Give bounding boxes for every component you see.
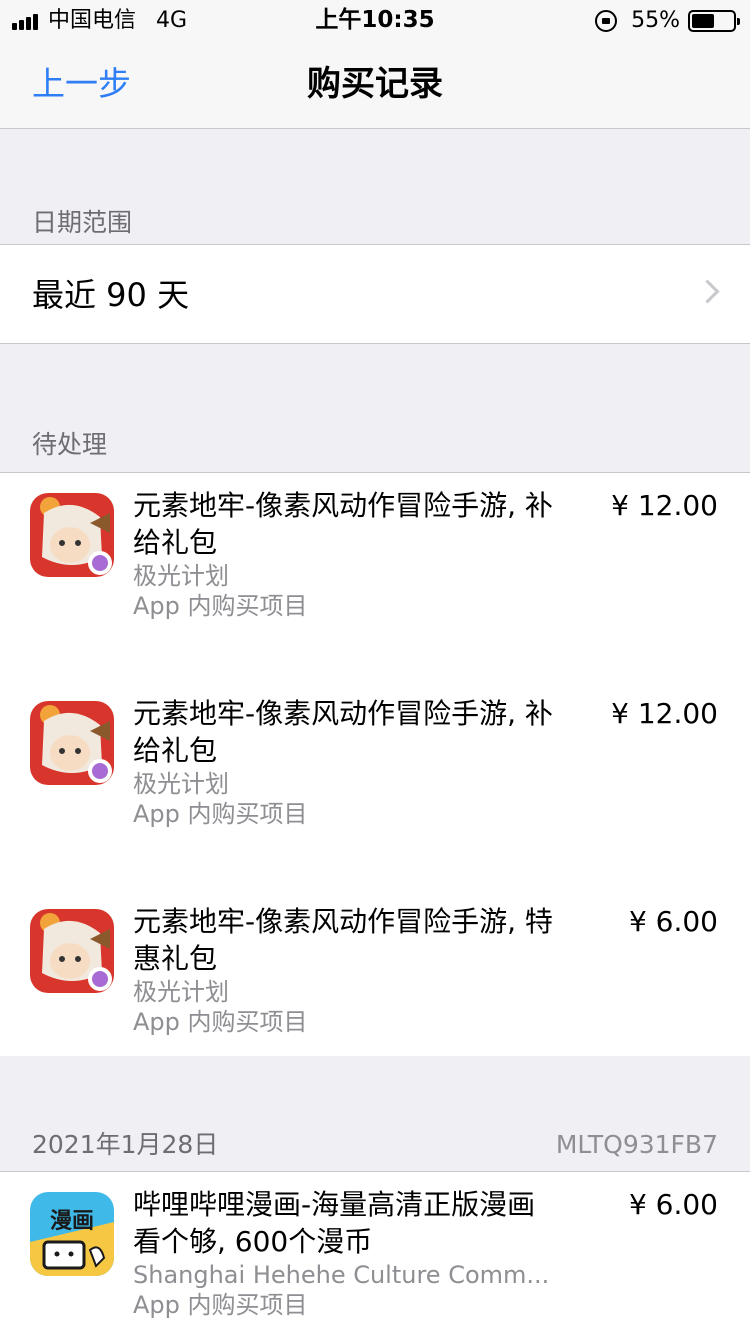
yuansu-dungeon-icon bbox=[30, 909, 114, 993]
item-price: ¥ 6.00 bbox=[628, 1188, 718, 1221]
battery-icon bbox=[688, 10, 740, 32]
item-price: ¥ 12.00 bbox=[611, 489, 718, 522]
order-date-header: 2021年1月28日 bbox=[32, 1130, 219, 1159]
item-developer: 极光计划 bbox=[133, 978, 229, 1006]
item-developer: Shanghai Hehehe Culture Comm... bbox=[133, 1261, 550, 1289]
item-title: 哔哩哔哩漫画-海量高清正版漫画看个够, 600个漫币 bbox=[133, 1188, 536, 1258]
battery-level bbox=[692, 14, 714, 28]
item-price: ¥ 12.00 bbox=[611, 697, 718, 730]
status-bar: 中国电信 4G 上午10:35 55% bbox=[0, 0, 750, 40]
bilibili-manga-icon: 漫画 bbox=[30, 1192, 114, 1276]
date-range-header: 日期范围 bbox=[32, 208, 133, 237]
order-id: MLTQ931FB7 bbox=[555, 1130, 718, 1159]
pending-header: 待处理 bbox=[32, 430, 108, 459]
item-price: ¥ 6.00 bbox=[628, 905, 718, 938]
purchase-item[interactable]: 元素地牢-像素风动作冒险手游, 补给礼包 极光计划 App 内购买项目 ¥ 12… bbox=[0, 681, 750, 889]
date-range-row[interactable]: 最近 90 天 bbox=[0, 244, 750, 344]
date-range-value: 最近 90 天 bbox=[32, 276, 190, 314]
page-title: 购买记录 bbox=[307, 64, 443, 104]
pending-list: 元素地牢-像素风动作冒险手游, 补给礼包 极光计划 App 内购买项目 ¥ 12… bbox=[0, 472, 750, 1056]
item-title: 元素地牢-像素风动作冒险手游, 补给礼包 bbox=[133, 489, 553, 559]
rotation-lock-icon bbox=[595, 10, 618, 32]
purchase-item[interactable]: 漫画 哔哩哔哩漫画-海量高清正版漫画看个够, 600个漫币 Shanghai H… bbox=[0, 1172, 750, 1334]
navigation-bar: 上一步 购买记录 bbox=[0, 40, 750, 129]
yuansu-dungeon-icon bbox=[30, 701, 114, 785]
purchase-item[interactable]: 元素地牢-像素风动作冒险手游, 补给礼包 极光计划 App 内购买项目 ¥ 12… bbox=[0, 473, 750, 681]
item-type: App 内购买项目 bbox=[133, 1291, 308, 1319]
yuansu-dungeon-icon bbox=[30, 493, 114, 577]
battery-percent: 55% bbox=[631, 8, 680, 33]
manga-icon-text: 漫画 bbox=[50, 1209, 94, 1234]
item-type: App 内购买项目 bbox=[133, 800, 308, 828]
item-title: 元素地牢-像素风动作冒险手游, 特惠礼包 bbox=[133, 905, 553, 975]
order-list: 漫画 哔哩哔哩漫画-海量高清正版漫画看个够, 600个漫币 Shanghai H… bbox=[0, 1171, 750, 1334]
item-developer: 极光计划 bbox=[133, 770, 229, 798]
item-developer: 极光计划 bbox=[133, 562, 229, 590]
item-type: App 内购买项目 bbox=[133, 592, 308, 620]
item-title: 元素地牢-像素风动作冒险手游, 补给礼包 bbox=[133, 697, 553, 767]
purchase-item[interactable]: 元素地牢-像素风动作冒险手游, 特惠礼包 极光计划 App 内购买项目 ¥ 6.… bbox=[0, 889, 750, 1057]
item-type: App 内购买项目 bbox=[133, 1008, 308, 1036]
chevron-right-icon bbox=[695, 279, 720, 304]
